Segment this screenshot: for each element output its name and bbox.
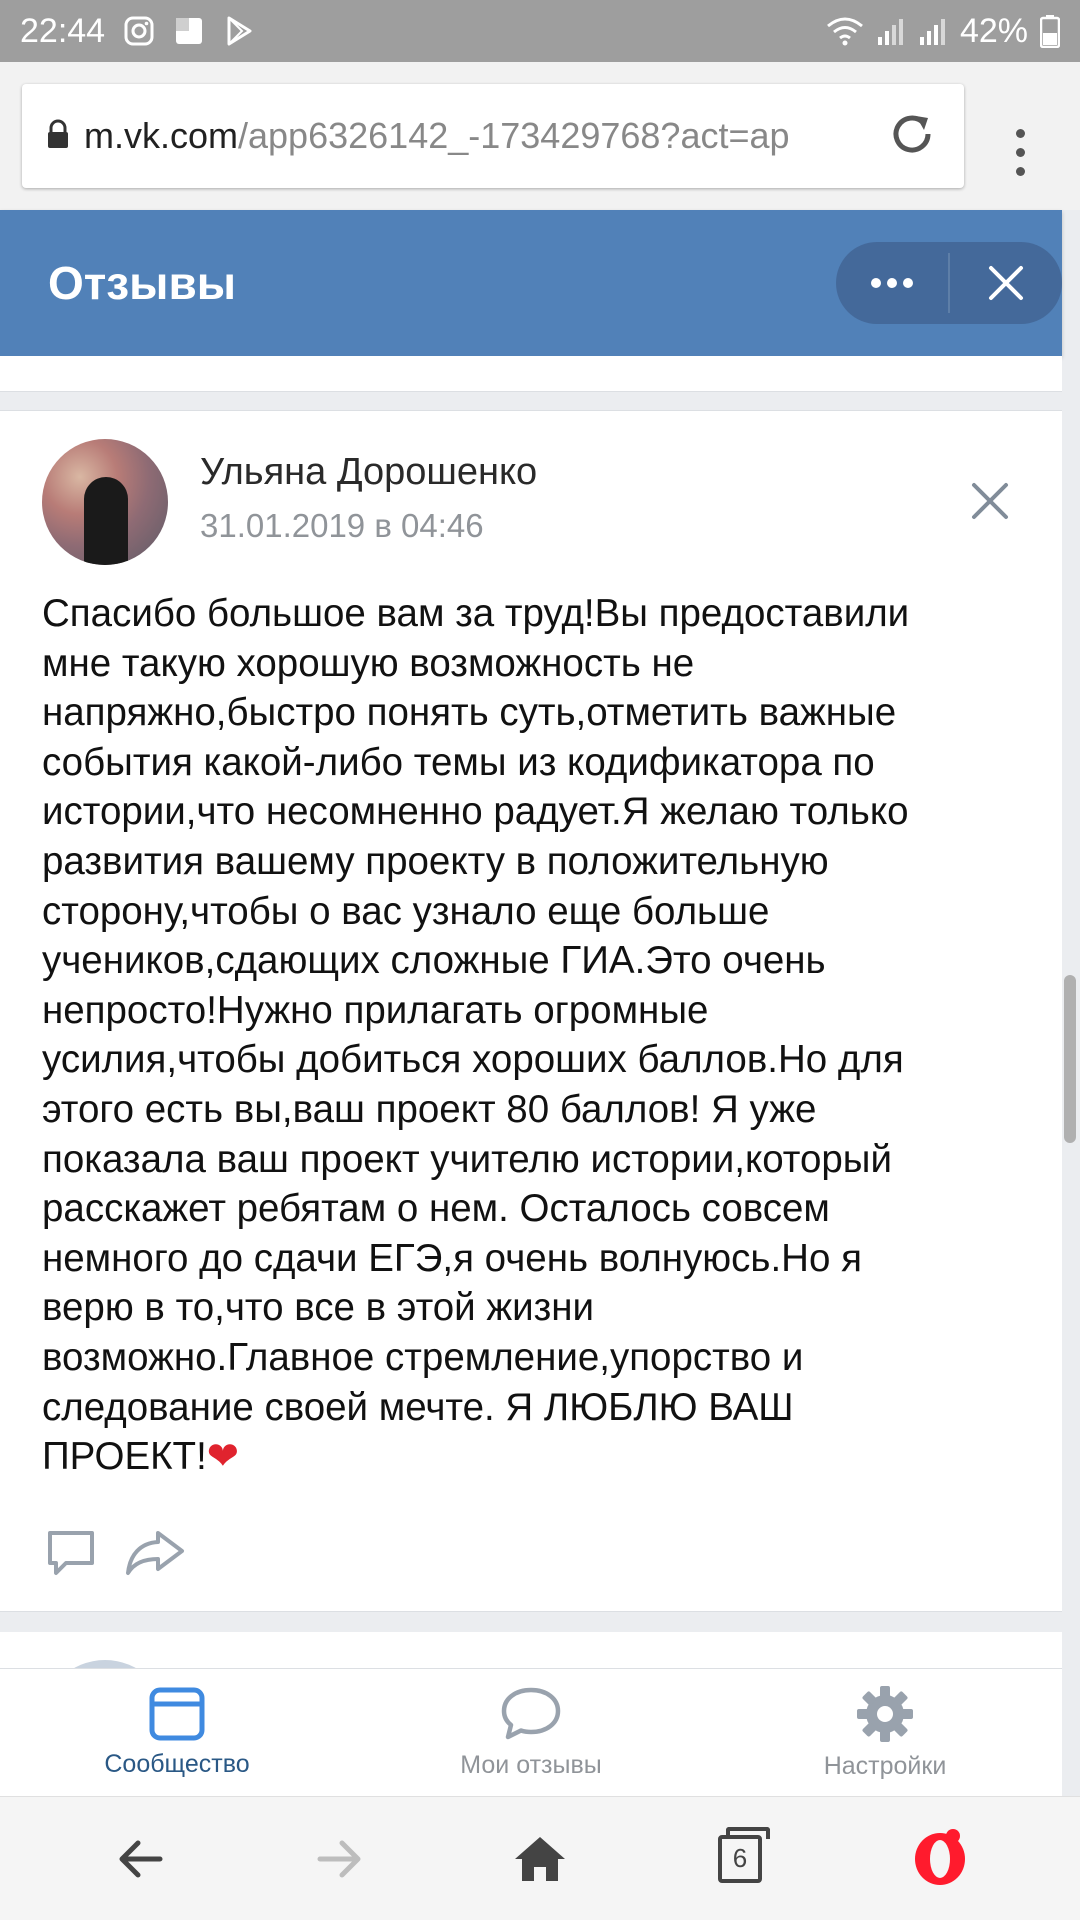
home-icon [515,1836,565,1881]
status-bar: 22:44 42% [0,0,1080,62]
close-app-button[interactable] [950,242,1062,324]
tab-label: Настройки [823,1752,947,1780]
community-icon [149,1687,205,1741]
back-arrow-icon [119,1840,163,1877]
review-line: показала ваш проект учителю истории,кото… [42,1137,892,1181]
delete-review-icon[interactable] [966,477,1014,525]
tabs-count: 6 [718,1826,770,1883]
page-title: Отзывы [48,257,237,309]
scrollbar[interactable] [1064,975,1076,1143]
instagram-icon [123,15,155,47]
gear-icon [857,1686,913,1742]
review-line: учеников,сдающих сложные ГИА.Это очень [42,939,826,983]
review-line: Спасибо большое вам за труд!Вы предостав… [42,592,910,635]
header-controls [836,242,1062,324]
heart-emoji: ❤ [206,1435,240,1479]
review-line: события какой-либо темы из кодификатора … [42,740,875,784]
url-path: /app6326142_-173429768?act=ap [238,115,790,156]
review-card: Ульяна Дорошенко 31.01.2019 в 04:46 Спас… [0,410,1062,1612]
play-store-icon [223,15,255,47]
avatar[interactable] [42,439,168,565]
tab-community[interactable]: Сообщество [0,1669,354,1796]
chat-bubble-icon [501,1687,561,1740]
signal-icon [876,15,906,47]
review-actions [44,1525,186,1584]
comment-icon[interactable] [44,1525,98,1584]
review-line: развития вашему проекту в положительную [42,839,829,883]
app-notification-icon [173,15,205,47]
review-line: немного до сдачи ЕГЭ,я очень волнуюсь.Но… [42,1236,862,1280]
review-line-text: ПРОЕКТ! [42,1435,207,1479]
battery-icon [1040,14,1060,48]
app-header: Отзывы [0,210,1062,356]
lock-icon [46,119,70,154]
opera-logo-icon [915,1832,965,1885]
review-date: 31.01.2019 в 04:46 [200,507,484,544]
notification-dot [946,1828,960,1843]
more-options-button[interactable] [836,242,948,324]
battery-percent: 42% [959,11,1028,50]
review-line: напряжно,быстро понять суть,отметить важ… [42,691,897,735]
forward-button[interactable] [290,1809,390,1909]
app-tabbar: Сообщество Мои отзывы Настройки [0,1668,1062,1796]
forward-arrow-icon [317,1840,361,1877]
back-button[interactable] [90,1809,190,1909]
review-line: верю в то,что все в этой жизни [42,1286,595,1330]
tab-my-reviews[interactable]: Мои отзывы [354,1669,708,1796]
review-line-last: ПРОЕКТ!❤ [42,1432,1032,1482]
share-icon[interactable] [124,1525,186,1584]
more-dots-icon [871,278,913,288]
home-button[interactable] [490,1809,590,1909]
review-author[interactable]: Ульяна Дорошенко [200,451,537,494]
url-domain: m.vk.com [84,115,239,156]
review-line: усилия,чтобы добиться хороших баллов.Но … [42,1038,904,1082]
tab-settings[interactable]: Настройки [708,1669,1062,1796]
review-text: Спасибо большое вам за труд!Вы предостав… [42,589,1032,1482]
review-line: следование своей мечте. Я ЛЮБЛЮ ВАШ [42,1385,794,1429]
reload-icon[interactable] [886,108,938,165]
tab-label: Мои отзывы [460,1751,602,1779]
review-line: расскажет ребятам о нем. Осталось совсем [42,1187,830,1231]
review-line: непросто!Нужно прилагать огромные [42,988,709,1032]
review-line: истории,что несомненно радует.Я желаю то… [42,790,909,834]
review-line: этого есть вы,ваш проект 80 баллов! Я уж… [42,1087,817,1131]
browser-menu-icon[interactable] [1000,112,1040,192]
url-text[interactable]: m.vk.com/app6326142_-173429768?act=ap [84,115,874,157]
browser-toolbar: m.vk.com/app6326142_-173429768?act=ap [0,62,1080,210]
review-line: возможно.Главное стремление,упорство и [42,1335,804,1379]
tabs-button[interactable]: 6 [690,1809,790,1909]
signal-icon-2 [918,15,948,47]
avatar-figure [84,477,128,565]
wifi-icon [826,15,864,47]
previous-card-edge [0,356,1062,392]
browser-bottom-nav: 6 [0,1796,1080,1920]
address-bar[interactable]: m.vk.com/app6326142_-173429768?act=ap [22,84,964,188]
review-line: сторону,чтобы о вас узнало еще больше [42,889,770,933]
review-line: мне такую хорошую возможность не [42,641,695,685]
close-icon [989,266,1023,300]
tab-label: Сообщество [104,1750,250,1778]
status-time: 22:44 [20,11,106,50]
opera-menu-button[interactable] [890,1809,990,1909]
